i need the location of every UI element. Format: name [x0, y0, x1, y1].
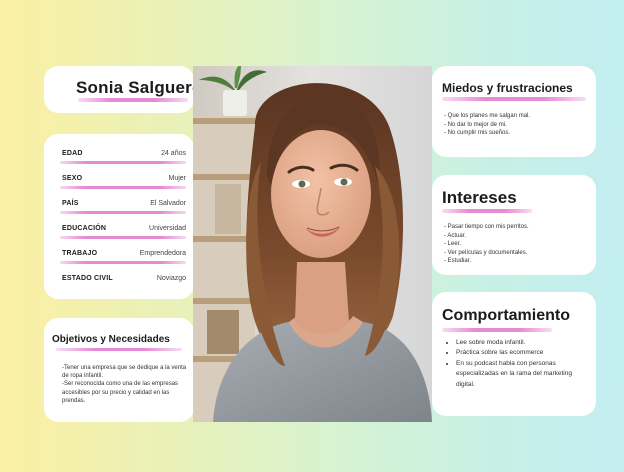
interests-list: - Pasar tiempo con mis perritos. - Actua…	[444, 223, 529, 266]
fears-card: Miedos y frustraciones - Que los planes …	[432, 66, 596, 157]
info-row-country: PAÍS El Salvador	[60, 200, 186, 214]
fears-underline	[442, 97, 586, 101]
behavior-title: Comportamiento	[442, 307, 570, 324]
info-label: EDUCACIÓN	[62, 225, 107, 232]
objectives-body: -Tener una empresa que se dedique a la v…	[62, 364, 188, 405]
info-value: Mujer	[168, 175, 186, 182]
row-divider	[60, 186, 186, 189]
interests-underline	[442, 209, 532, 213]
row-divider	[60, 261, 186, 264]
objectives-line: -Tener una empresa que se dedique a la v…	[62, 365, 187, 380]
info-label: ESTADO CIVIL	[62, 275, 113, 282]
list-item: - Pasar tiempo con mis perritos.	[444, 224, 529, 230]
info-value: 24 años	[161, 150, 186, 157]
list-item: - Estudiar.	[444, 258, 472, 265]
row-divider	[60, 211, 186, 214]
info-row-civil-status: ESTADO CIVIL Noviazgo	[62, 275, 186, 289]
list-item: - Que los planes me salgan mal.	[444, 113, 531, 119]
name-underline	[78, 98, 188, 102]
name-card: Sonia Salguero	[44, 66, 202, 113]
objectives-underline	[56, 348, 182, 351]
behavior-card: Comportamiento Lee sobre moda infantil. …	[432, 292, 596, 416]
row-divider	[60, 161, 186, 164]
list-item: - No dar lo mejor de mi.	[444, 121, 507, 128]
list-item: En su podcast habla con personas especia…	[456, 359, 576, 390]
list-item: Lee sobre moda infantil.	[456, 338, 576, 348]
behavior-list: Lee sobre moda infantil. Práctica sobre …	[446, 338, 576, 390]
interests-card: Intereses - Pasar tiempo con mis perrito…	[432, 175, 596, 275]
info-card: EDAD 24 años SEXO Mujer PAÍS El Salvador…	[44, 134, 194, 299]
list-item: - Actuar.	[444, 232, 467, 239]
list-item: - No cumplir mis sueños.	[444, 130, 511, 137]
info-row-education: EDUCACIÓN Universidad	[60, 225, 186, 239]
persona-name: Sonia Salguero	[76, 78, 203, 97]
info-value: Universidad	[149, 225, 186, 232]
fears-list: - Que los planes me salgan mal. - No dar…	[444, 112, 530, 138]
info-row-sex: SEXO Mujer	[60, 175, 186, 189]
list-item: - Leer.	[444, 241, 462, 248]
info-row-age: EDAD 24 años	[60, 150, 186, 164]
info-label: EDAD	[62, 150, 83, 157]
objectives-title: Objetivos y Necesidades	[52, 334, 170, 345]
list-item: - Ver películas y documentales.	[444, 249, 528, 256]
fears-title: Miedos y frustraciones	[442, 81, 573, 95]
info-label: SEXO	[62, 175, 83, 182]
objectives-card: Objetivos y Necesidades -Tener una empre…	[44, 318, 194, 422]
interests-title: Intereses	[442, 188, 517, 207]
persona-photo	[193, 66, 432, 422]
info-row-job: TRABAJO Emprendedora	[60, 250, 186, 264]
info-label: PAÍS	[62, 200, 79, 207]
persona-board: Sonia Salguero EDAD 24 años SEXO Mujer P…	[0, 0, 624, 472]
list-item: Práctica sobre las ecommerce	[456, 348, 576, 358]
info-value: Emprendedora	[139, 250, 186, 257]
row-divider	[60, 236, 186, 239]
objectives-line: -Ser reconocida como una de las empresas…	[62, 381, 179, 404]
info-value: El Salvador	[150, 200, 186, 207]
behavior-underline	[442, 328, 552, 332]
info-value: Noviazgo	[156, 275, 186, 282]
info-label: TRABAJO	[62, 250, 98, 257]
